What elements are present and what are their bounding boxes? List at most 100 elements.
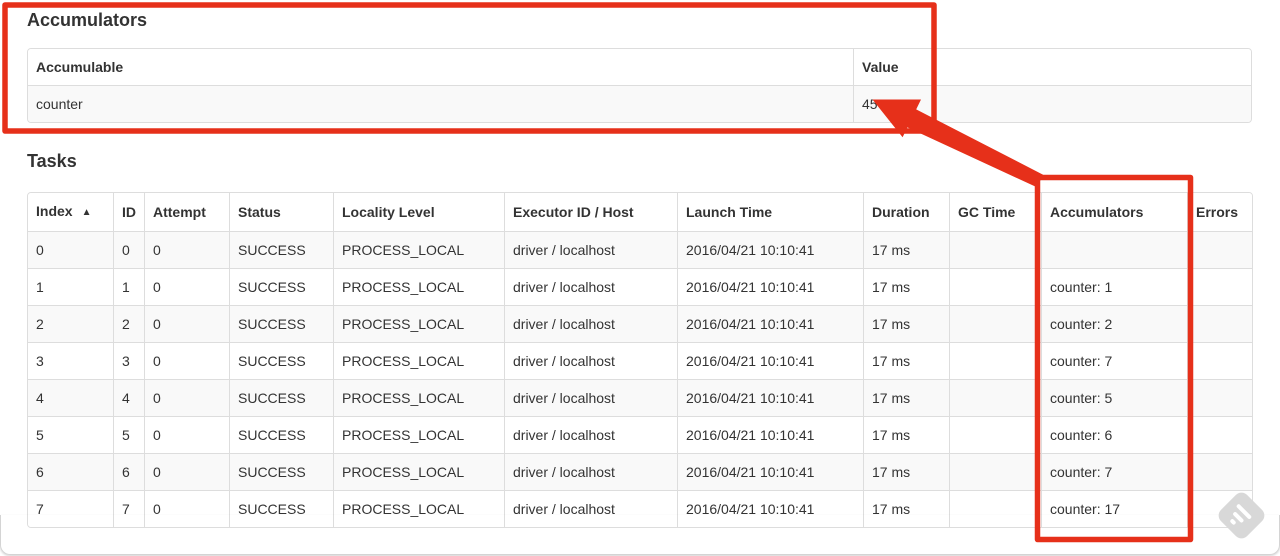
task-launch-time-cell: 2016/04/21 10:10:41 [677,490,863,527]
task-gc-time-cell [949,268,1041,305]
task-launch-time-cell: 2016/04/21 10:10:41 [677,305,863,342]
task-gc-time-cell [949,379,1041,416]
task-errors-cell [1187,231,1252,268]
task-row: 2 2 0 SUCCESS PROCESS_LOCAL driver / loc… [28,305,1252,342]
task-status-cell: SUCCESS [229,416,333,453]
task-duration-cell: 17 ms [863,305,949,342]
sort-ascending-icon: ▲ [81,207,92,218]
tasks-table: Index ▲ ID Attempt Status Locality Level … [27,192,1253,528]
task-errors-cell [1187,416,1252,453]
task-gc-time-cell [949,416,1041,453]
task-id-cell: 5 [113,416,144,453]
task-gc-time-cell [949,490,1041,527]
task-status-cell: SUCCESS [229,379,333,416]
task-index-cell: 4 [28,379,113,416]
task-duration-cell: 17 ms [863,490,949,527]
task-executor-host-cell: driver / localhost [504,305,677,342]
task-launch-time-cell: 2016/04/21 10:10:41 [677,231,863,268]
task-attempt-cell: 0 [144,453,229,490]
task-attempt-cell: 0 [144,231,229,268]
task-accumulators-cell: counter: 7 [1041,342,1187,379]
task-accumulators-cell: counter: 7 [1041,453,1187,490]
task-attempt-cell: 0 [144,305,229,342]
column-header-status[interactable]: Status [229,193,333,231]
task-launch-time-cell: 2016/04/21 10:10:41 [677,342,863,379]
task-launch-time-cell: 2016/04/21 10:10:41 [677,379,863,416]
task-attempt-cell: 0 [144,268,229,305]
task-launch-time-cell: 2016/04/21 10:10:41 [677,453,863,490]
column-header-attempt[interactable]: Attempt [144,193,229,231]
task-accumulators-cell: counter: 17 [1041,490,1187,527]
task-accumulators-cell: counter: 1 [1041,268,1187,305]
task-id-cell: 6 [113,453,144,490]
task-executor-host-cell: driver / localhost [504,231,677,268]
task-locality-level-cell: PROCESS_LOCAL [333,379,504,416]
accumulators-table: Accumulable Value counter 45 [27,48,1252,123]
task-gc-time-cell [949,342,1041,379]
task-locality-level-cell: PROCESS_LOCAL [333,453,504,490]
task-accumulators-cell [1041,231,1187,268]
task-locality-level-cell: PROCESS_LOCAL [333,231,504,268]
task-status-cell: SUCCESS [229,490,333,527]
task-row: 7 7 0 SUCCESS PROCESS_LOCAL driver / loc… [28,490,1252,527]
task-locality-level-cell: PROCESS_LOCAL [333,305,504,342]
task-locality-level-cell: PROCESS_LOCAL [333,342,504,379]
task-row: 1 1 0 SUCCESS PROCESS_LOCAL driver / loc… [28,268,1252,305]
accumulators-section-heading: Accumulators [27,10,148,30]
task-accumulators-cell: counter: 5 [1041,379,1187,416]
task-attempt-cell: 0 [144,379,229,416]
accumulable-name-cell: counter [28,85,853,122]
task-executor-host-cell: driver / localhost [504,268,677,305]
task-errors-cell [1187,342,1252,379]
column-header-locality-level[interactable]: Locality Level [333,193,504,231]
column-header-id[interactable]: ID [113,193,144,231]
task-index-cell: 7 [28,490,113,527]
task-row: 5 5 0 SUCCESS PROCESS_LOCAL driver / loc… [28,416,1252,453]
tasks-table-body: 0 0 0 SUCCESS PROCESS_LOCAL driver / loc… [28,231,1252,527]
task-attempt-cell: 0 [144,416,229,453]
column-header-errors[interactable]: Errors [1187,193,1252,231]
task-duration-cell: 17 ms [863,268,949,305]
task-attempt-cell: 0 [144,490,229,527]
task-locality-level-cell: PROCESS_LOCAL [333,490,504,527]
task-gc-time-cell [949,453,1041,490]
task-id-cell: 1 [113,268,144,305]
spark-stage-detail-page: Accumulators Accumulable Value counter 4… [0,0,1280,556]
task-index-cell: 5 [28,416,113,453]
task-index-cell: 0 [28,231,113,268]
column-header-index[interactable]: Index ▲ [28,193,113,231]
task-duration-cell: 17 ms [863,231,949,268]
task-locality-level-cell: PROCESS_LOCAL [333,268,504,305]
task-errors-cell [1187,305,1252,342]
accumulator-row: counter 45 [28,85,1251,122]
task-executor-host-cell: driver / localhost [504,416,677,453]
task-row: 0 0 0 SUCCESS PROCESS_LOCAL driver / loc… [28,231,1252,268]
task-index-cell: 2 [28,305,113,342]
task-status-cell: SUCCESS [229,342,333,379]
column-header-launch-time[interactable]: Launch Time [677,193,863,231]
task-status-cell: SUCCESS [229,305,333,342]
column-header-executor-id-host[interactable]: Executor ID / Host [504,193,677,231]
task-id-cell: 7 [113,490,144,527]
column-header-duration[interactable]: Duration [863,193,949,231]
task-executor-host-cell: driver / localhost [504,453,677,490]
task-launch-time-cell: 2016/04/21 10:10:41 [677,268,863,305]
task-duration-cell: 17 ms [863,416,949,453]
task-index-cell: 6 [28,453,113,490]
task-launch-time-cell: 2016/04/21 10:10:41 [677,416,863,453]
task-errors-cell [1187,379,1252,416]
task-gc-time-cell [949,305,1041,342]
task-errors-cell [1187,268,1252,305]
tasks-section-heading: Tasks [27,151,77,171]
value-column-header: Value [853,49,1251,85]
column-header-accumulators[interactable]: Accumulators [1041,193,1187,231]
column-header-gc-time[interactable]: GC Time [949,193,1041,231]
task-attempt-cell: 0 [144,342,229,379]
task-errors-cell [1187,453,1252,490]
task-row: 3 3 0 SUCCESS PROCESS_LOCAL driver / loc… [28,342,1252,379]
task-duration-cell: 17 ms [863,379,949,416]
task-executor-host-cell: driver / localhost [504,342,677,379]
task-id-cell: 0 [113,231,144,268]
task-id-cell: 3 [113,342,144,379]
task-index-cell: 1 [28,268,113,305]
